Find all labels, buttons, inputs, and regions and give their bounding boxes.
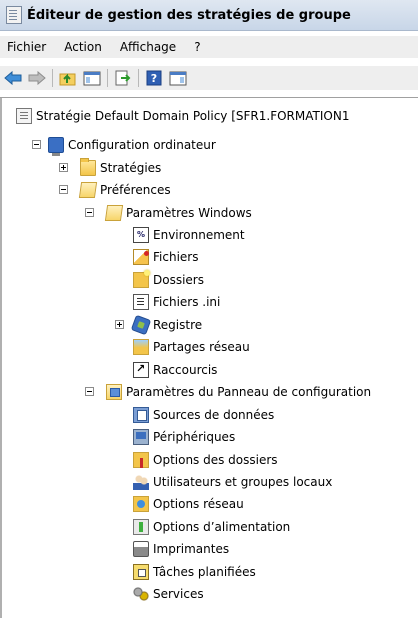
tree-item-network-shares[interactable]: Partages réseau: [133, 337, 250, 357]
tree-item-printers[interactable]: Imprimantes: [133, 539, 229, 559]
tree-item-environment[interactable]: % Environnement: [133, 225, 245, 245]
tree-label: Utilisateurs et groupes locaux: [153, 475, 333, 489]
tree-label: Dossiers: [153, 273, 204, 287]
tree-item-preferences[interactable]: Préférences: [78, 180, 171, 200]
tree-item-control-panel[interactable]: Paramètres du Panneau de configuration: [106, 382, 371, 402]
tree-item-windows-settings[interactable]: Paramètres Windows: [104, 203, 252, 223]
ini-files-icon: [133, 294, 149, 310]
up-folder-icon[interactable]: [58, 68, 78, 88]
folder-open-icon: [78, 182, 98, 198]
toolbar-separator: [138, 69, 139, 87]
tree-item-registry[interactable]: Registre: [130, 314, 203, 336]
scheduled-tasks-icon: [133, 564, 149, 580]
tree-label: Partages réseau: [153, 340, 250, 354]
title-bar: Éditeur de gestion des stratégies de gro…: [0, 0, 418, 31]
tree-label: Imprimantes: [153, 542, 230, 556]
show-hide-tree-icon[interactable]: [82, 68, 102, 88]
tree-item-root[interactable]: Stratégie Default Domain Policy [SFR1.FO…: [16, 106, 349, 126]
policy-editor-icon: [6, 6, 22, 24]
data-sources-icon: [133, 407, 149, 423]
menu-bar: Fichier Action Affichage ?: [0, 36, 418, 58]
svg-text:?: ?: [151, 72, 157, 85]
tree-label: Préférences: [100, 183, 171, 197]
tree-item-scheduled-tasks[interactable]: Tâches planifiées: [133, 562, 256, 582]
tree-label: Options réseau: [153, 497, 244, 511]
shortcuts-icon: [133, 362, 149, 378]
power-options-icon: [133, 519, 149, 535]
toolbar-separator: [52, 69, 53, 87]
expand-toggle[interactable]: [115, 320, 124, 329]
folder-open-icon: [104, 205, 124, 221]
tree-item-local-users-groups[interactable]: Utilisateurs et groupes locaux: [133, 472, 332, 492]
tree-label: Environnement: [153, 228, 245, 242]
tree-item-strategies[interactable]: Stratégies: [80, 158, 161, 178]
export-list-icon[interactable]: [113, 68, 133, 88]
folders-icon: [133, 270, 150, 288]
control-panel-folder-icon: [106, 384, 122, 400]
folder-options-icon: [133, 452, 149, 468]
collapse-toggle[interactable]: [85, 208, 94, 217]
tree-item-network-options[interactable]: Options réseau: [133, 494, 244, 514]
tree-label: Périphériques: [153, 430, 236, 444]
network-options-icon: [133, 496, 149, 512]
console-tree: Stratégie Default Domain Policy [SFR1.FO…: [0, 97, 418, 618]
tree-item-data-sources[interactable]: Sources de données: [133, 405, 274, 425]
computer-icon: [48, 137, 64, 156]
collapse-toggle[interactable]: [59, 185, 68, 194]
tree-item-services[interactable]: Services: [133, 584, 204, 604]
tree-item-computer-config[interactable]: Configuration ordinateur: [48, 135, 216, 156]
tree-label: Fichiers: [153, 250, 199, 264]
services-icon: [133, 586, 149, 602]
expand-toggle[interactable]: [59, 163, 68, 172]
tree-label: Raccourcis: [153, 363, 218, 377]
forward-arrow-icon[interactable]: [27, 68, 47, 88]
tree-item-folder-options[interactable]: Options des dossiers: [133, 450, 278, 470]
console-view-icon[interactable]: [168, 68, 188, 88]
network-shares-icon: [133, 339, 149, 355]
tree-item-devices[interactable]: Périphériques: [133, 427, 235, 447]
tree-label: Paramètres du Panneau de configuration: [126, 385, 372, 399]
window-title: Éditeur de gestion des stratégies de gro…: [27, 7, 351, 23]
tree-item-folders[interactable]: Dossiers: [133, 270, 204, 290]
policy-icon: [16, 108, 32, 124]
tree-label: Services: [153, 587, 204, 601]
tree-label: Options des dossiers: [153, 453, 278, 467]
devices-icon: [133, 429, 149, 445]
menu-affichage[interactable]: Affichage: [111, 40, 185, 54]
menu-fichier[interactable]: Fichier: [0, 40, 55, 54]
tree-label: Stratégies: [100, 161, 162, 175]
registry-icon: [130, 314, 152, 336]
tree-label: Stratégie Default Domain Policy [SFR1.FO…: [36, 109, 350, 123]
collapse-toggle[interactable]: [32, 140, 41, 149]
tree-item-files[interactable]: Fichiers: [133, 247, 198, 267]
menu-action[interactable]: Action: [55, 40, 111, 54]
environment-icon: %: [133, 227, 149, 243]
menu-help[interactable]: ?: [185, 40, 209, 54]
tree-label: Registre: [153, 318, 203, 332]
help-icon[interactable]: ?: [144, 68, 164, 88]
files-icon: [133, 249, 149, 265]
local-users-groups-icon: [133, 474, 149, 490]
folder-icon: [80, 158, 96, 176]
tree-item-ini-files[interactable]: Fichiers .ini: [133, 292, 220, 312]
tree-item-power-options[interactable]: Options d’alimentation: [133, 517, 290, 537]
tree-label: Options d’alimentation: [153, 520, 291, 534]
tree-label: Paramètres Windows: [126, 206, 252, 220]
printers-icon: [133, 541, 149, 557]
back-arrow-icon[interactable]: [3, 68, 23, 88]
toolbar: ?: [0, 66, 418, 90]
tree-item-shortcuts[interactable]: Raccourcis: [133, 360, 217, 380]
tree-label: Configuration ordinateur: [68, 138, 216, 152]
tree-label: Fichiers .ini: [153, 295, 221, 309]
tree-label: Sources de données: [153, 408, 275, 422]
tree-label: Tâches planifiées: [153, 565, 256, 579]
collapse-toggle[interactable]: [85, 387, 94, 396]
toolbar-separator: [107, 69, 108, 87]
